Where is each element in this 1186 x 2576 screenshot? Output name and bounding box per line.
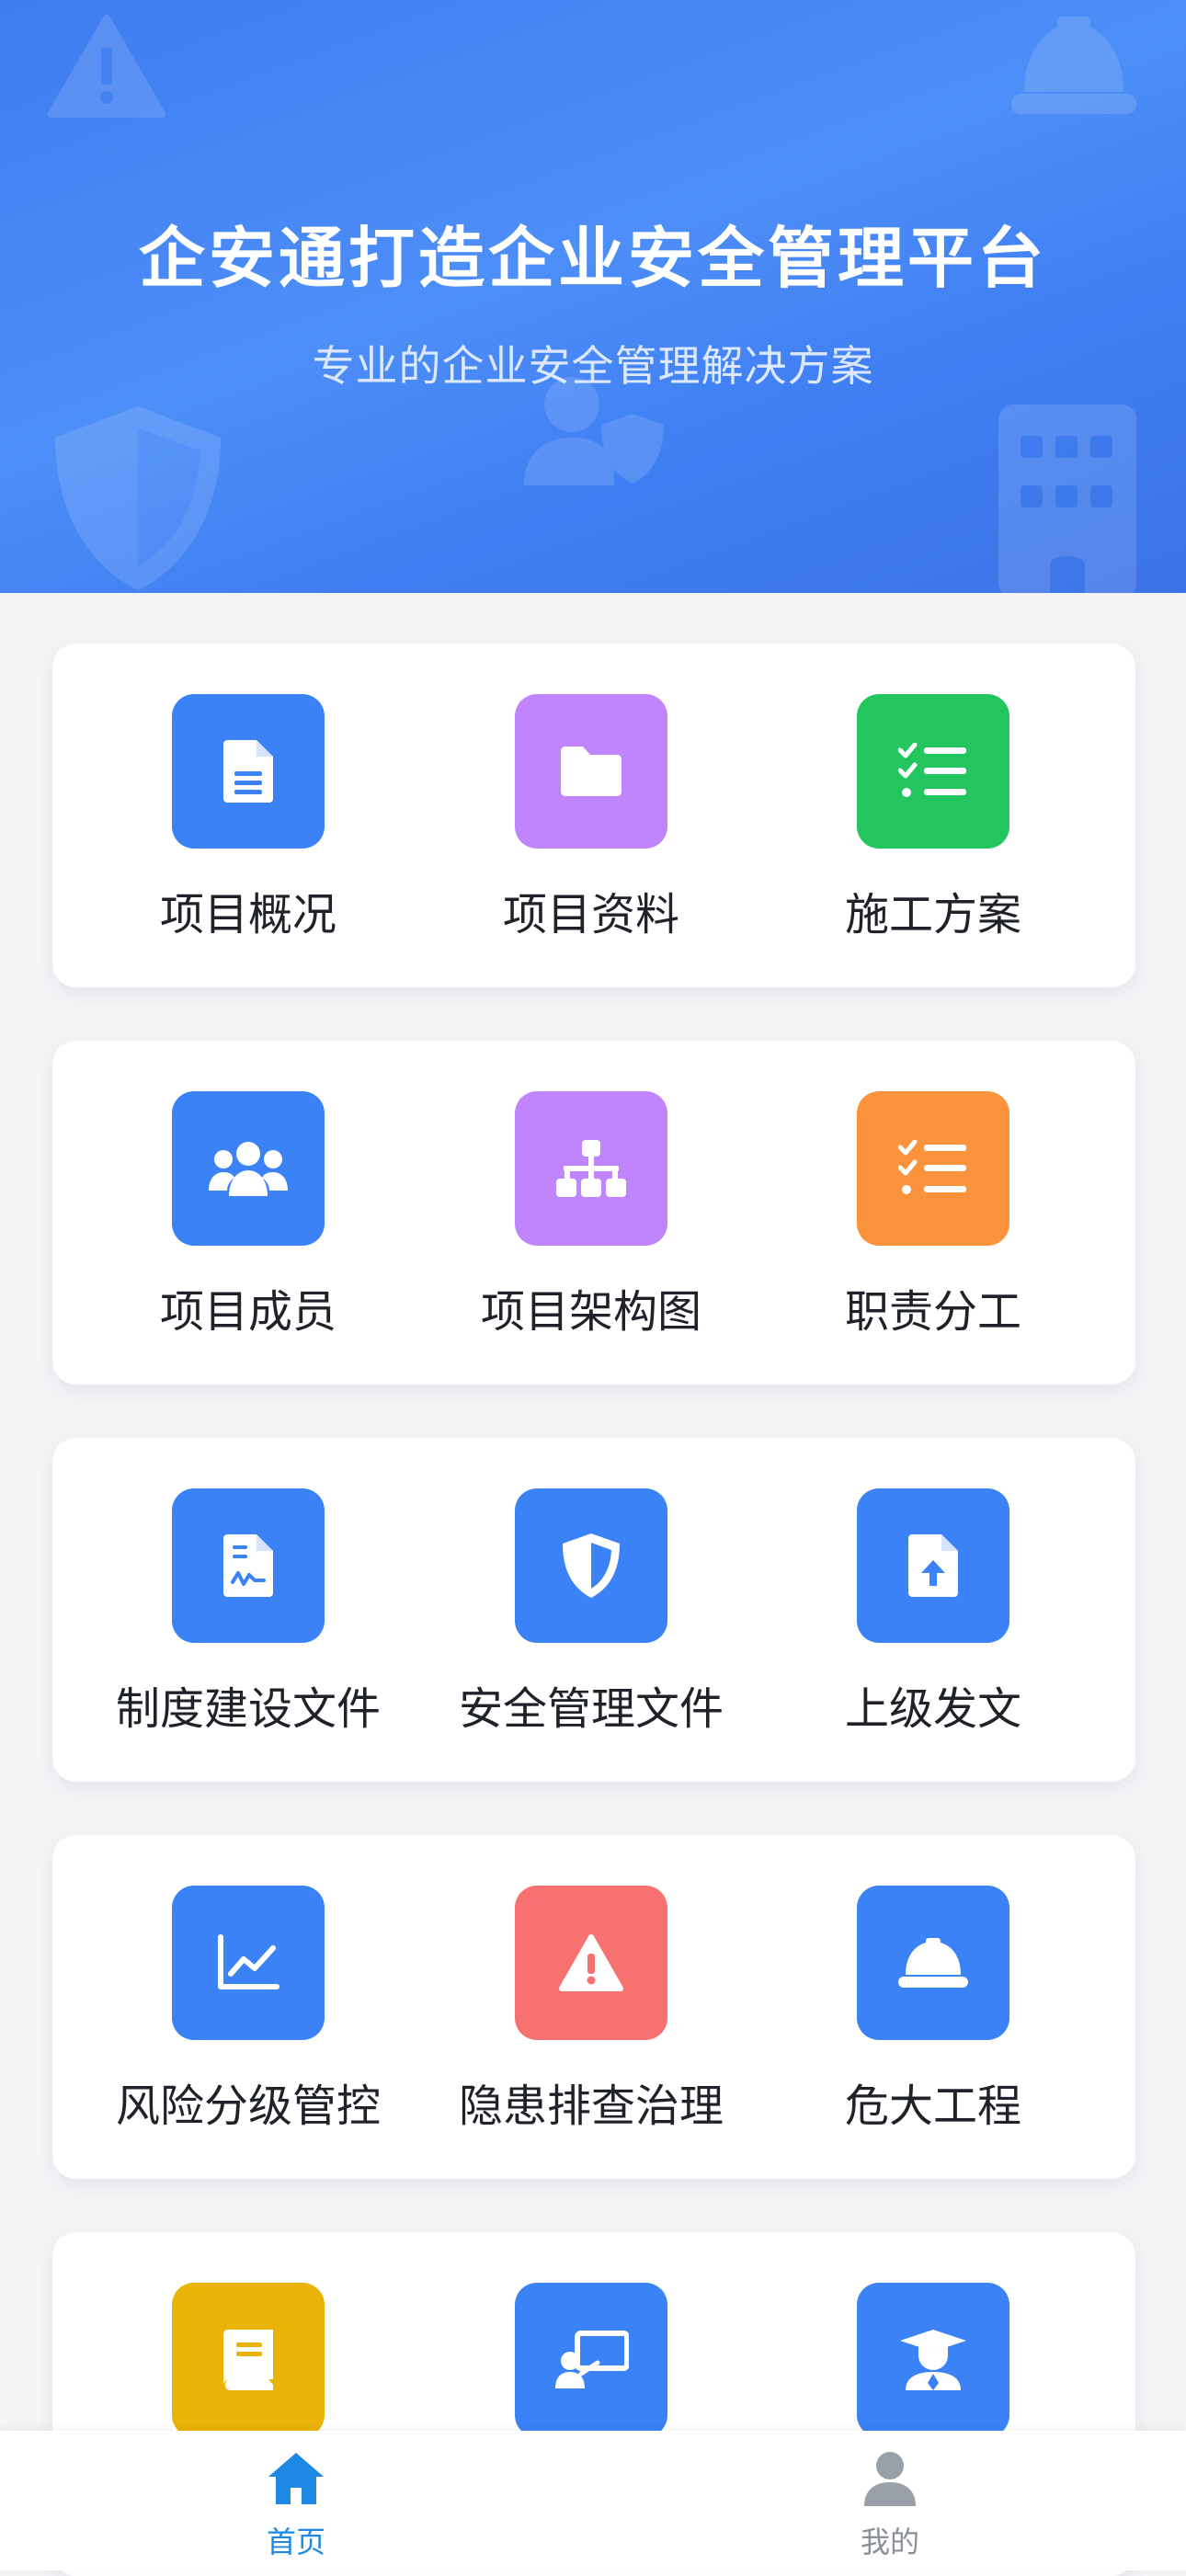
hard-hat-icon [857,1886,1009,2040]
menu-item-label: 职责分工 [844,1286,1021,1338]
book-icon [172,2283,325,2437]
hero-title: 企安通打造企业安全管理平台 [138,220,1047,297]
shield-icon [515,1488,667,1643]
menu-item-superior-documents[interactable]: 上级发文 [737,1438,1098,1782]
menu-item-project-overview[interactable]: 项目概况 [52,644,413,987]
menu-card-1: 项目概况 项目资料 施工方案 [52,644,1135,987]
home-icon [268,2453,324,2504]
menu-item-label: 安全管理文件 [458,1683,724,1735]
menu-item-responsibilities[interactable]: 职责分工 [737,1041,1098,1385]
menu-item-safety-documents[interactable]: 安全管理文件 [395,1438,756,1782]
tab-mine[interactable]: 我的 [780,2431,1000,2570]
checklist-icon [857,1091,1009,1246]
building-icon [998,405,1136,593]
signed-document-icon [172,1488,325,1643]
menu-item-label: 制度建设文件 [115,1683,381,1735]
hero-subtitle: 专业的企业安全管理解决方案 [312,341,874,391]
bottom-tab-bar: 首页 我的 [0,2431,1186,2570]
shield-icon [55,406,221,590]
menu-item-project-materials[interactable]: 项目资料 [395,644,756,987]
menu-card-4: 风险分级管控 隐患排查治理 危大工程 [52,1835,1135,2179]
menu-item-label: 风险分级管控 [115,2080,381,2132]
menu-item-hazard-inspection[interactable]: 隐患排查治理 [395,1835,756,2179]
menu-item-label: 隐患排查治理 [458,2080,724,2132]
menu-item-risk-control[interactable]: 风险分级管控 [52,1835,413,2179]
menu-item-label: 项目概况 [159,889,336,940]
warning-icon [515,1886,667,2040]
tab-home[interactable]: 首页 [186,2431,406,2570]
file-upload-icon [857,1488,1009,1643]
menu-card-3: 制度建设文件 安全管理文件 上级发文 [52,1438,1135,1782]
menu-item-project-members[interactable]: 项目成员 [52,1041,413,1385]
menu-item-label: 施工方案 [844,889,1021,940]
tab-home-label: 首页 [266,2525,325,2559]
user-icon [864,2452,916,2506]
tab-mine-label: 我的 [860,2525,919,2559]
hero-banner: 企安通打造企业安全管理平台 专业的企业安全管理解决方案 [0,0,1186,593]
graduate-icon [857,2283,1009,2437]
checklist-icon [857,694,1009,849]
menu-item-label: 项目成员 [159,1286,336,1338]
menu-item-system-documents[interactable]: 制度建设文件 [52,1438,413,1782]
org-chart-icon [515,1091,667,1246]
menu-item-label: 上级发文 [844,1683,1021,1735]
document-icon [172,694,325,849]
menu-item-label: 项目架构图 [480,1286,701,1338]
users-icon [172,1091,325,1246]
presentation-icon [515,2283,667,2437]
menu-item-major-hazard-projects[interactable]: 危大工程 [737,1835,1098,2179]
menu-item-construction-plan[interactable]: 施工方案 [737,644,1098,987]
menu-item-label: 危大工程 [844,2080,1021,2132]
folder-icon [515,694,667,849]
warning-icon [48,15,165,118]
line-chart-icon [172,1886,325,2040]
menu-card-2: 项目成员 项目架构图 职责分工 [52,1041,1135,1385]
menu-item-label: 项目资料 [502,889,679,940]
hard-hat-icon [1011,17,1136,114]
menu-item-org-chart[interactable]: 项目架构图 [395,1041,756,1385]
